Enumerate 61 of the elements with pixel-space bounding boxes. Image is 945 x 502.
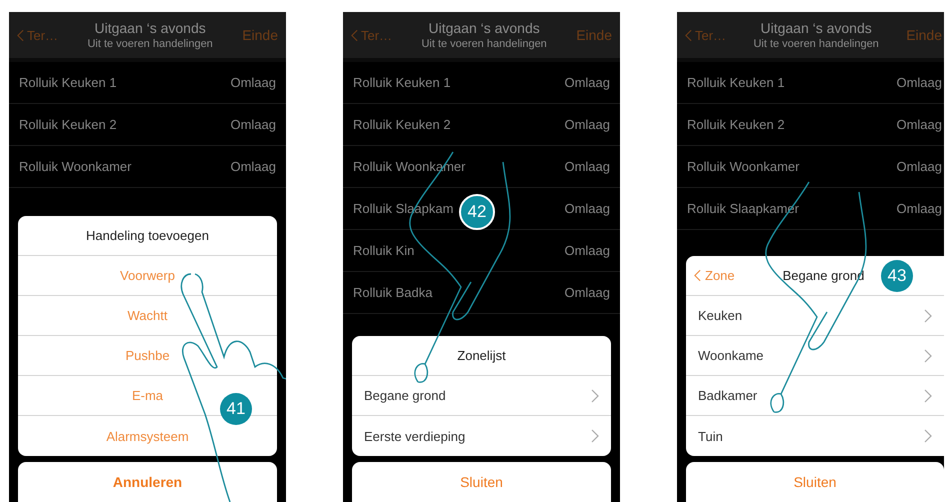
menu-item[interactable]: Wachtt [18, 296, 277, 336]
done-link[interactable]: Einde [906, 27, 942, 43]
device-action: Omlaag [896, 201, 942, 216]
popup-title: Handeling toevoegen [86, 228, 209, 243]
close-button[interactable]: Annuleren [18, 462, 277, 502]
back-link[interactable]: Ter… [685, 28, 726, 42]
device-name: Rolluik Woonkamer [687, 159, 800, 174]
menu-item[interactable]: Begane grond [352, 376, 611, 416]
chevron-right-icon [591, 429, 599, 443]
device-action: Omlaag [564, 75, 610, 90]
screen-title: Uitgaan ‘s avonds [759, 20, 873, 36]
device-action: Omlaag [564, 159, 610, 174]
device-name: Rolluik Keuken 2 [19, 117, 117, 132]
device-name: Rolluik Kin [353, 243, 414, 258]
device-action: Omlaag [564, 243, 610, 258]
popup-title: Zonelijst [457, 348, 506, 363]
menu-item[interactable]: Voorwerp [18, 256, 277, 296]
device-action: Omlaag [230, 117, 276, 132]
back-chevron-icon [17, 28, 24, 42]
device-action: Omlaag [896, 117, 942, 132]
done-link[interactable]: Einde [576, 27, 612, 43]
screen-title: Uitgaan ‘s avonds [93, 20, 207, 36]
back-link[interactable]: Ter… [17, 28, 58, 42]
screen-subtitle: Uit te voeren handelingen [421, 38, 547, 50]
back-chevron-icon [685, 28, 692, 42]
back-chevron-icon [351, 28, 358, 42]
device-action: Omlaag [564, 201, 610, 216]
device-action: Omlaag [564, 285, 610, 300]
device-name: Rolluik Keuken 1 [687, 75, 785, 90]
menu-item[interactable]: Pushbe [18, 336, 277, 376]
device-action: Omlaag [230, 159, 276, 174]
done-link[interactable]: Einde [242, 27, 278, 43]
device-name: Rolluik Keuken 2 [353, 117, 451, 132]
device-action: Omlaag [230, 75, 276, 90]
menu-item[interactable]: Eerste verdieping [352, 416, 611, 456]
device-name: Rolluik Badka [353, 285, 432, 300]
screen-subtitle: Uit te voeren handelingen [87, 38, 213, 50]
device-name: Rolluik Keuken 1 [19, 75, 117, 90]
chevron-right-icon [591, 388, 599, 402]
screen-subtitle: Uit te voeren handelingen [753, 38, 879, 50]
close-button[interactable]: Sluiten [686, 462, 944, 502]
chevron-right-icon [924, 388, 932, 402]
step-number: 42 [459, 194, 495, 230]
menu-item[interactable]: Keuken [686, 296, 944, 336]
device-name: Rolluik Keuken 2 [687, 117, 785, 132]
device-name: Rolluik Keuken 1 [353, 75, 451, 90]
chevron-right-icon [924, 429, 932, 443]
menu-item[interactable]: Woonkame [686, 336, 944, 376]
back-chevron-icon [694, 269, 701, 282]
menu-item[interactable]: Tuin [686, 416, 944, 456]
device-action: Omlaag [896, 159, 942, 174]
chevron-right-icon [924, 348, 932, 362]
device-action: Omlaag [896, 75, 942, 90]
menu-item[interactable]: Badkamer [686, 376, 944, 416]
zone-back-link[interactable]: Zone [694, 268, 735, 283]
device-action: Omlaag [564, 117, 610, 132]
close-button[interactable]: Sluiten [352, 462, 611, 502]
screen-title: Uitgaan ‘s avonds [427, 20, 541, 36]
chevron-right-icon [924, 308, 932, 322]
back-link[interactable]: Ter… [351, 28, 392, 42]
device-name: Rolluik Woonkamer [19, 159, 132, 174]
